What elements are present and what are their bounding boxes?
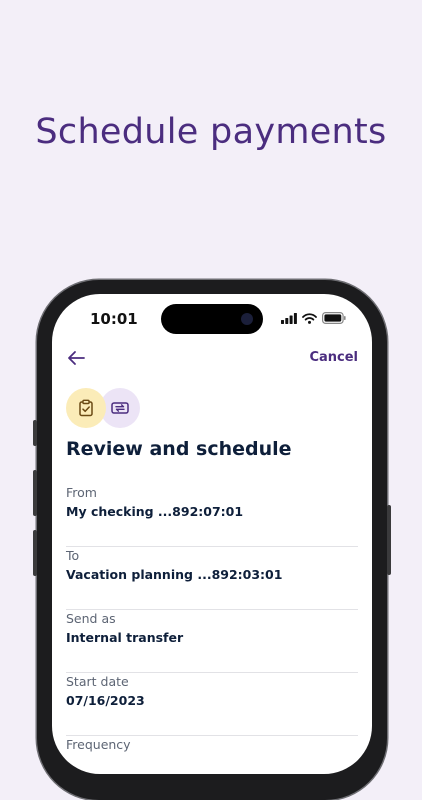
- field-frequency: Frequency: [66, 736, 358, 774]
- field-value: 07/16/2023: [66, 693, 145, 708]
- field-start-date: Start date 07/16/2023: [66, 673, 358, 736]
- field-label: Send as: [66, 611, 116, 626]
- transfer-icon: [111, 402, 129, 414]
- cancel-button[interactable]: Cancel: [309, 350, 358, 365]
- dynamic-island: [161, 304, 263, 334]
- field-to: To Vacation planning ...892:03:01: [66, 547, 358, 610]
- field-from: From My checking ...892:07:01: [66, 484, 358, 547]
- phone-power-button: [387, 505, 391, 575]
- field-send-as: Send as Internal transfer: [66, 610, 358, 673]
- page-title: Review and schedule: [66, 438, 292, 460]
- phone-action-button: [33, 420, 37, 446]
- phone-screen: 10:01 Cancel Review and schedule From My…: [52, 294, 372, 774]
- arrow-left-icon[interactable]: [64, 346, 88, 370]
- field-value: Internal transfer: [66, 630, 184, 645]
- field-label: From: [66, 485, 97, 500]
- status-time: 10:01: [90, 310, 138, 328]
- field-label: To: [66, 548, 80, 563]
- phone-volume-down-button: [33, 530, 37, 576]
- field-value: My checking ...892:07:01: [66, 504, 244, 519]
- headline: Schedule payments: [35, 112, 387, 152]
- wifi-icon: [302, 312, 317, 324]
- battery-icon: [322, 312, 346, 324]
- field-value: Vacation planning ...892:03:01: [66, 567, 283, 582]
- camera-icon: [241, 313, 253, 325]
- review-details: From My checking ...892:07:01 To Vacatio…: [66, 484, 358, 774]
- status-icons: [281, 312, 346, 324]
- clipboard-badge: [66, 388, 106, 428]
- phone-volume-up-button: [33, 470, 37, 516]
- field-label: Start date: [66, 674, 129, 689]
- clipboard-check-icon: [79, 399, 93, 417]
- signal-icon: [281, 312, 297, 324]
- transfer-badge: [100, 388, 140, 428]
